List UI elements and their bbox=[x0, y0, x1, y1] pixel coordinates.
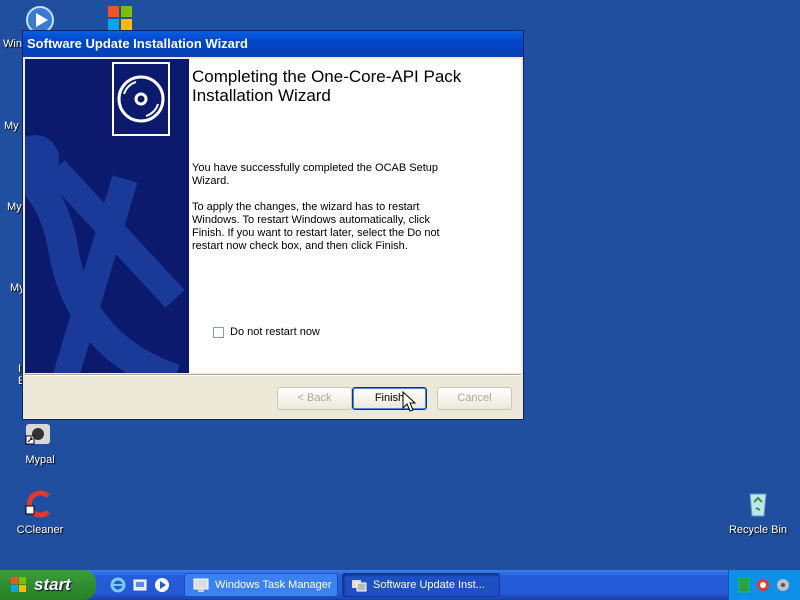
desktop-icon-label-my-1: My bbox=[4, 120, 19, 132]
recycle-bin-icon bbox=[742, 488, 774, 520]
do-not-restart-label[interactable]: Do not restart now bbox=[230, 326, 320, 338]
windows-flag-icon bbox=[11, 577, 26, 592]
tray-volume-icon[interactable] bbox=[775, 577, 791, 593]
desktop-icon-label-recycle-bin: Recycle Bin bbox=[728, 524, 788, 536]
do-not-restart-row[interactable]: Do not restart now bbox=[213, 326, 320, 338]
desktop-icon-label-ccleaner: CCleaner bbox=[16, 524, 64, 536]
internet-explorer-icon[interactable] bbox=[110, 577, 126, 593]
task-software-update[interactable]: Software Update Inst... bbox=[342, 573, 500, 597]
task-manager-icon bbox=[193, 578, 209, 592]
desktop-icon-label-mypal: Mypal bbox=[25, 454, 55, 466]
media-player-quicklaunch-icon[interactable] bbox=[154, 577, 170, 593]
tray-app-icon[interactable] bbox=[737, 577, 751, 593]
desktop-icon-mypal[interactable]: Mypal bbox=[0, 418, 80, 466]
task-label-task-manager: Windows Task Manager bbox=[215, 579, 332, 591]
desktop-icon-recycle-bin[interactable]: Recycle Bin bbox=[718, 488, 798, 536]
show-desktop-icon[interactable] bbox=[132, 577, 148, 593]
start-label: start bbox=[34, 575, 71, 594]
back-button[interactable]: < Back bbox=[277, 387, 352, 410]
wizard-paragraph-success: You have successfully completed the OCAB… bbox=[192, 162, 439, 187]
wizard-title-bar[interactable]: Software Update Installation Wizard bbox=[23, 31, 523, 57]
mouse-cursor-icon bbox=[402, 391, 416, 412]
cd-disc-icon bbox=[112, 62, 170, 136]
ccleaner-icon bbox=[24, 488, 56, 520]
desktop-icon-ccleaner[interactable]: CCleaner bbox=[0, 488, 80, 536]
wizard-window: Software Update Installation Wizard Comp… bbox=[22, 30, 524, 420]
taskbar: start Windows Task Manager Software Upda… bbox=[0, 570, 800, 600]
software-update-icon bbox=[352, 580, 367, 592]
tray-network-icon[interactable] bbox=[755, 577, 771, 593]
do-not-restart-checkbox[interactable] bbox=[213, 326, 224, 338]
wizard-content: Completing the One-Core-API Pack Install… bbox=[25, 59, 521, 373]
mypal-icon bbox=[24, 418, 56, 450]
wizard-heading: Completing the One-Core-API Pack Install… bbox=[192, 67, 462, 105]
wizard-sidebar bbox=[25, 59, 189, 373]
wizard-paragraph-restart: To apply the changes, the wizard has to … bbox=[192, 201, 440, 252]
task-windows-task-manager[interactable]: Windows Task Manager bbox=[184, 573, 338, 597]
cancel-button[interactable]: Cancel bbox=[437, 387, 512, 410]
system-tray bbox=[728, 570, 800, 600]
desktop-icon-label-i: I bbox=[18, 363, 22, 375]
desktop-icon-label-my-2: My bbox=[7, 201, 22, 213]
wizard-separator bbox=[25, 374, 521, 376]
start-button[interactable]: start bbox=[0, 570, 96, 600]
task-label-software-update: Software Update Inst... bbox=[373, 579, 485, 591]
